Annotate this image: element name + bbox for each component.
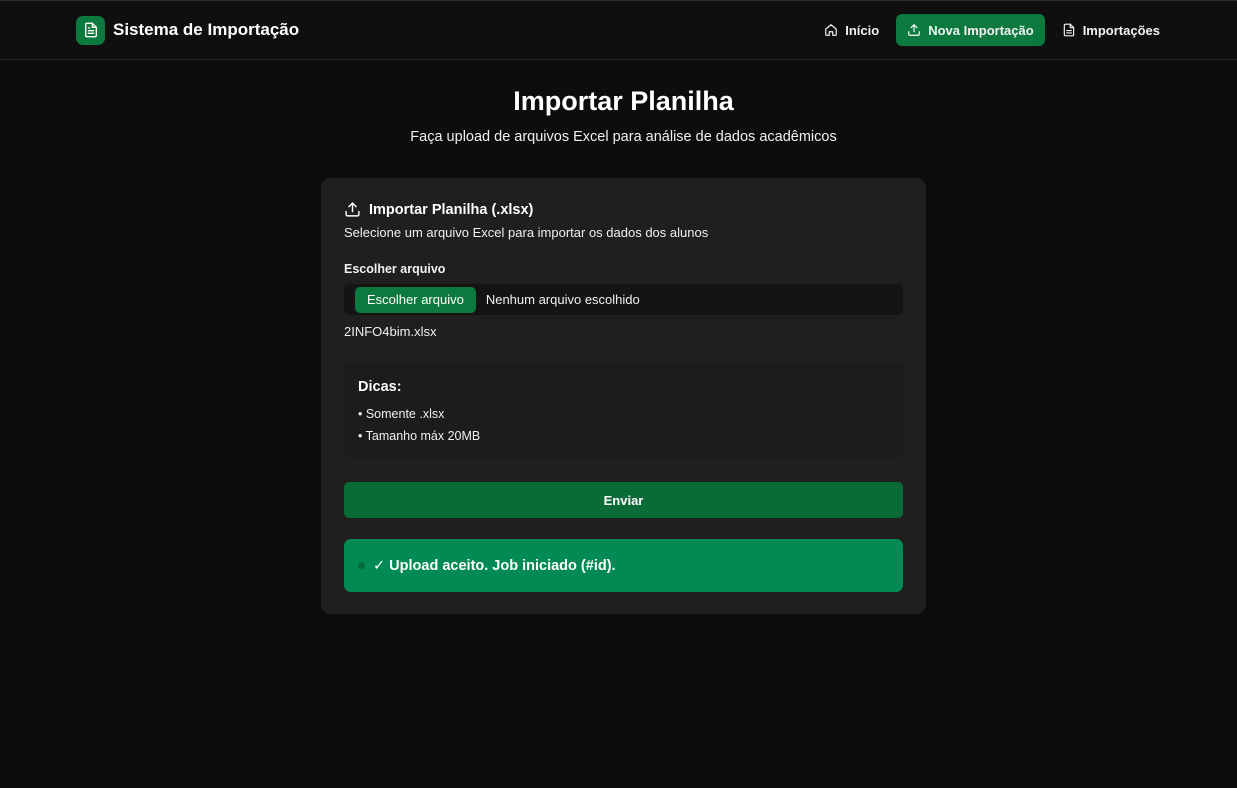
home-icon — [824, 23, 838, 37]
upload-icon — [907, 23, 921, 37]
status-dot-icon — [358, 562, 365, 569]
list-item: • Somente .xlsx — [358, 407, 445, 421]
page-subtitle: Faça upload de arquivos Excel para análi… — [410, 129, 837, 145]
main-nav: Início Nova Importação Importações — [813, 14, 1171, 46]
list-item: • Tamanho máx 20MB — [358, 429, 481, 443]
nav-item-label: Início — [845, 22, 880, 38]
nav-item-inicio[interactable]: Início — [813, 14, 890, 46]
upload-icon — [344, 201, 361, 218]
selected-file-name: 2INFO4bim.xlsx — [344, 324, 437, 339]
nav-item-importacoes[interactable]: Importações — [1051, 14, 1171, 46]
tips-list: • Somente .xlsx • Tamanho máx 20MB — [358, 406, 480, 450]
page-title: Importar Planilha — [513, 86, 734, 116]
tips-box: Dicas: • Somente .xlsx • Tamanho máx 20M… — [344, 362, 903, 458]
nav-item-label: Importações — [1082, 22, 1160, 38]
nav-item-label: Nova Importação — [928, 22, 1034, 38]
card-title: Importar Planilha (.xlsx) — [369, 201, 534, 218]
choose-file-button[interactable]: Escolher arquivo — [355, 286, 476, 313]
success-alert: ✓ Upload aceito. Job iniciado (#id). — [344, 539, 903, 592]
card-description: Selecione um arquivo Excel para importar… — [344, 225, 709, 240]
file-input[interactable]: Escolher arquivo Nenhum arquivo escolhid… — [344, 284, 903, 315]
top-navbar: Sistema de Importação Início Nova Import… — [0, 0, 1237, 60]
app-title: Sistema de Importação — [113, 20, 300, 39]
tips-title: Dicas: — [358, 379, 402, 395]
file-field-label: Escolher arquivo — [344, 262, 446, 276]
file-text-icon — [1062, 23, 1076, 37]
alert-message: ✓ Upload aceito. Job iniciado (#id). — [373, 557, 616, 574]
submit-button[interactable]: Enviar — [344, 482, 903, 518]
nav-item-nova-importacao[interactable]: Nova Importação — [896, 14, 1045, 46]
file-text-icon — [76, 15, 105, 45]
file-status-text: Nenhum arquivo escolhido — [485, 292, 640, 307]
import-card: Importar Planilha (.xlsx) Selecione um a… — [321, 178, 926, 614]
card-header: Importar Planilha (.xlsx) — [344, 201, 533, 218]
brand[interactable]: Sistema de Importação — [76, 15, 299, 45]
